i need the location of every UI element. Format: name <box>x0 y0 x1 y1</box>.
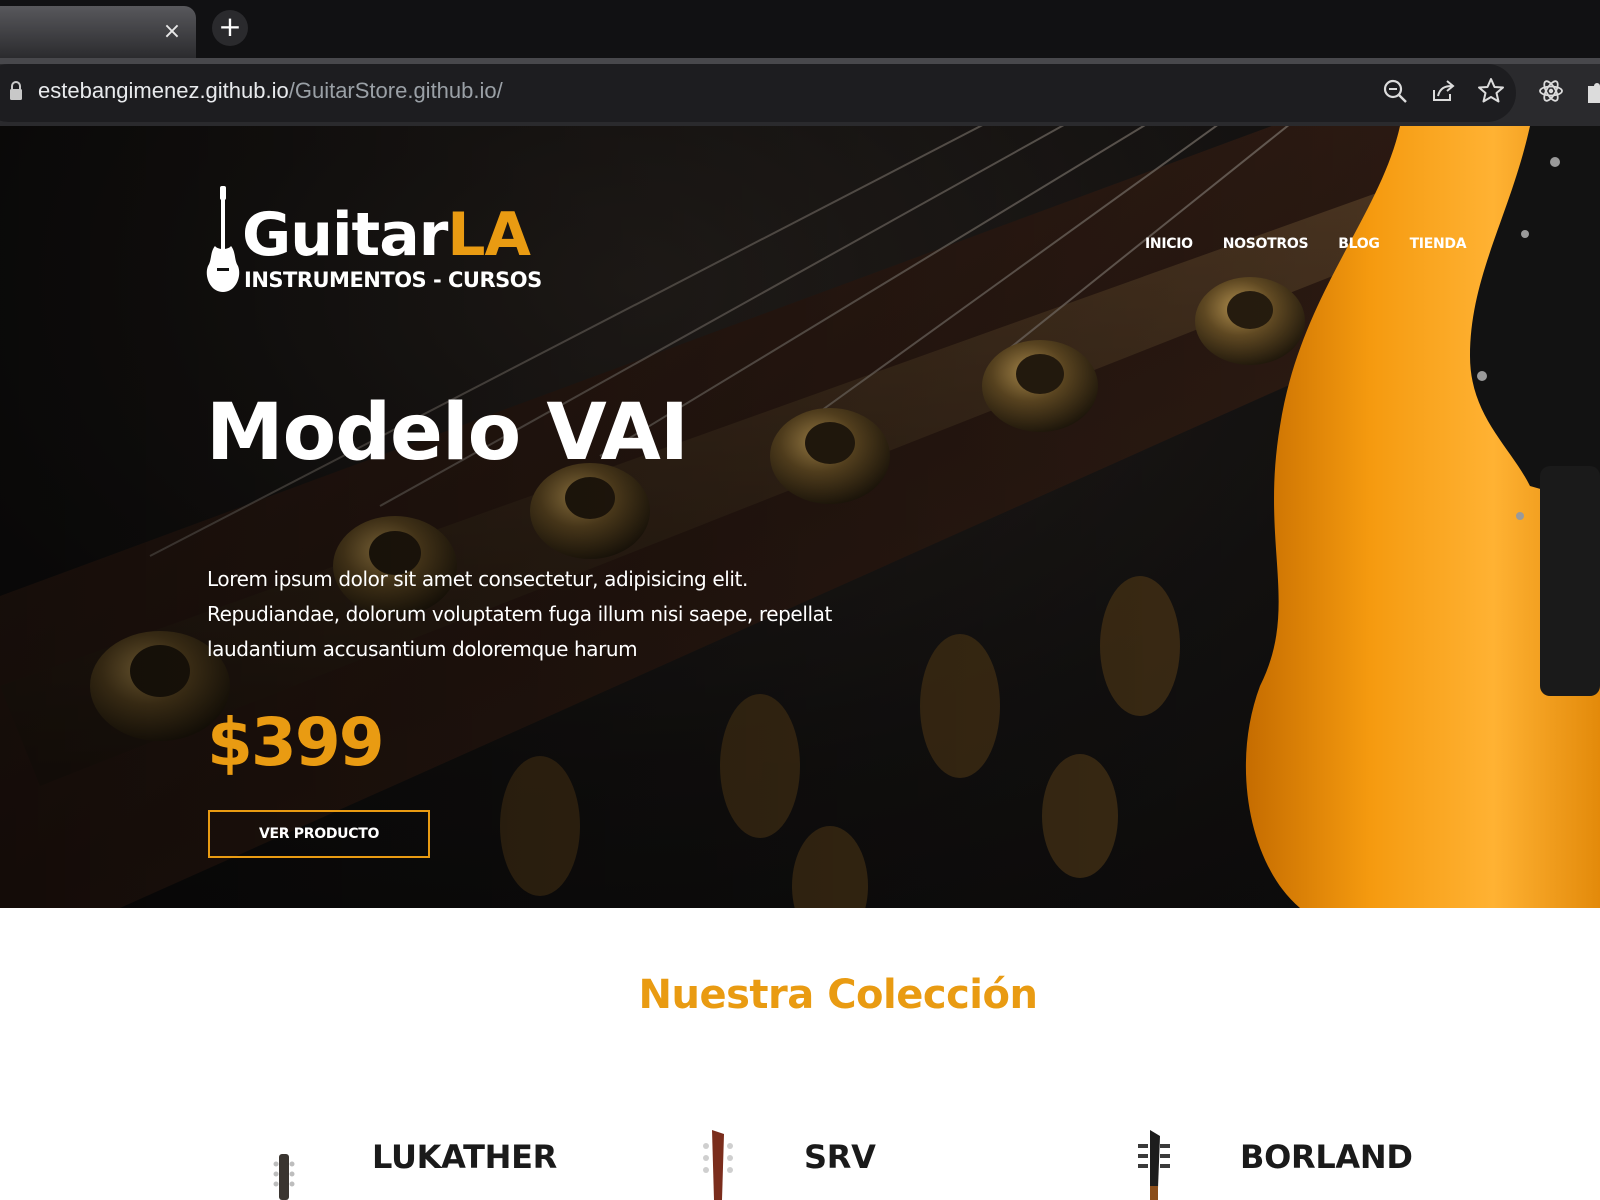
browser-tab[interactable]: × <box>0 6 196 58</box>
new-tab-button[interactable]: + <box>212 10 248 46</box>
browser-toolbar: estebangimenez.github.io/GuitarStore.git… <box>0 64 1600 126</box>
product-name: SRV <box>804 1138 876 1176</box>
view-product-button[interactable]: VER PRODUCTO <box>208 810 430 858</box>
hero-description: Lorem ipsum dolor sit amet consectetur, … <box>207 567 832 661</box>
logo-tagline: INSTRUMENTOS - CURSOS <box>244 268 542 292</box>
url-path: /GuitarStore.github.io/ <box>288 78 503 103</box>
close-tab-icon[interactable]: × <box>160 20 184 44</box>
react-extension-icon[interactable] <box>1536 76 1566 106</box>
product-name: LUKATHER <box>372 1138 558 1176</box>
product-name: BORLAND <box>1240 1138 1413 1176</box>
collection-title: Nuestra Colección <box>638 972 1038 1018</box>
site-logo[interactable]: GuitarLA INSTRUMENTOS - CURSOS <box>206 186 542 296</box>
product-card-lukather[interactable]: LUKATHER <box>262 1128 562 1200</box>
star-icon[interactable] <box>1476 76 1506 106</box>
product-guitar-image <box>273 1154 295 1200</box>
main-navigation: INICIO NOSOTROS BLOG TIENDA <box>1145 236 1496 252</box>
browser-tab-strip: × + <box>0 0 1600 58</box>
zoom-icon[interactable] <box>1380 76 1410 106</box>
lock-icon[interactable] <box>8 80 24 102</box>
address-bar[interactable]: estebangimenez.github.io/GuitarStore.git… <box>0 64 1516 122</box>
nav-link-tienda[interactable]: TIENDA <box>1410 236 1467 252</box>
logo-brand-main: Guitar <box>242 200 448 270</box>
product-guitar-image <box>703 1130 733 1200</box>
product-card-borland[interactable]: BORLAND <box>1130 1128 1450 1200</box>
product-guitar-image <box>1138 1130 1170 1200</box>
nav-link-nosotros[interactable]: NOSOTROS <box>1223 236 1309 252</box>
share-icon[interactable] <box>1428 76 1458 106</box>
hero-banner: GuitarLA INSTRUMENTOS - CURSOS INICIO NO… <box>0 126 1600 908</box>
hero-price: $399 <box>207 704 385 781</box>
nav-link-blog[interactable]: BLOG <box>1338 236 1380 252</box>
logo-wordmark: GuitarLA <box>242 200 531 270</box>
puzzle-extension-icon[interactable] <box>1584 76 1600 106</box>
url-host: estebangimenez.github.io <box>38 78 289 103</box>
url-text[interactable]: estebangimenez.github.io/GuitarStore.git… <box>38 78 503 104</box>
hero-title: Modelo VAI <box>206 388 689 478</box>
logo-brand-accent: LA <box>447 200 531 270</box>
guitar-icon <box>206 186 240 292</box>
product-card-srv[interactable]: SRV <box>696 1128 996 1200</box>
nav-link-inicio[interactable]: INICIO <box>1145 236 1193 252</box>
